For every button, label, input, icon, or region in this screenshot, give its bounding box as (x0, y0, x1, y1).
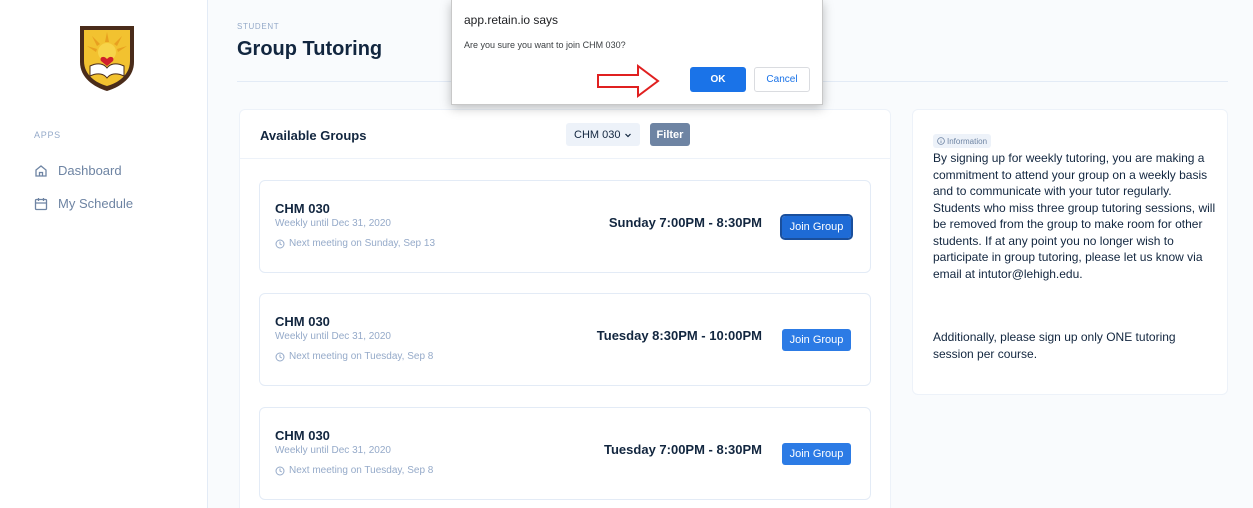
filter-button[interactable]: Filter (650, 123, 690, 146)
group-name: CHM 030 (275, 314, 330, 329)
page-eyebrow: STUDENT (237, 22, 280, 31)
dialog-title: app.retain.io says (464, 13, 559, 27)
group-next-meeting: Next meeting on Tuesday, Sep 8 (275, 465, 433, 476)
chevron-down-icon (625, 133, 632, 137)
sidebar-item-my-schedule[interactable]: My Schedule (34, 196, 133, 211)
list-item: CHM 030 Weekly until Dec 31, 2020 Next m… (259, 407, 871, 500)
information-card: Information By signing up for weekly tut… (912, 109, 1228, 395)
sidebar: APPS Dashboard My Schedule (0, 0, 208, 508)
join-group-button[interactable]: Join Group (782, 329, 851, 351)
list-item: CHM 030 Weekly until Dec 31, 2020 Next m… (259, 293, 871, 386)
available-groups-card: Available Groups CHM 030 Filter CHM 030 … (239, 109, 891, 508)
group-recurrence: Weekly until Dec 31, 2020 (275, 331, 391, 342)
dialog-ok-button[interactable]: OK (690, 67, 746, 92)
group-next-meeting: Next meeting on Tuesday, Sep 8 (275, 351, 433, 362)
calendar-icon (34, 197, 48, 210)
clock-icon (275, 352, 285, 361)
join-group-button[interactable]: Join Group (782, 443, 851, 465)
card-header: Available Groups CHM 030 Filter (240, 110, 890, 159)
clock-icon (275, 466, 285, 475)
course-select[interactable]: CHM 030 (566, 123, 641, 146)
info-icon (937, 137, 945, 145)
university-crest-logo[interactable] (78, 24, 136, 92)
list-item: CHM 030 Weekly until Dec 31, 2020 Next m… (259, 180, 871, 273)
sidebar-item-dashboard[interactable]: Dashboard (34, 163, 122, 178)
annotation-arrow-icon (597, 64, 660, 98)
sidebar-item-label: My Schedule (58, 196, 134, 211)
apps-section-label: APPS (34, 130, 61, 140)
information-note: Additionally, please sign up only ONE tu… (933, 330, 1176, 361)
dialog-cancel-button[interactable]: Cancel (754, 67, 810, 92)
group-recurrence: Weekly until Dec 31, 2020 (275, 218, 391, 229)
group-name: CHM 030 (275, 428, 330, 443)
information-text: By signing up for weekly tutoring, you a… (933, 151, 1216, 281)
sidebar-item-label: Dashboard (58, 163, 122, 178)
group-time: Tuesday 7:00PM - 8:30PM (604, 442, 762, 457)
card-title: Available Groups (260, 128, 367, 143)
group-recurrence: Weekly until Dec 31, 2020 (275, 445, 391, 456)
group-next-meeting: Next meeting on Sunday, Sep 13 (275, 238, 435, 249)
information-badge: Information (933, 134, 992, 148)
dialog-message: Are you sure you want to join CHM 030? (464, 40, 626, 50)
page-title: Group Tutoring (237, 38, 383, 60)
join-group-button[interactable]: Join Group (780, 214, 853, 240)
home-icon (35, 164, 47, 177)
group-time: Tuesday 8:30PM - 10:00PM (596, 328, 762, 343)
group-time: Sunday 7:00PM - 8:30PM (608, 215, 762, 230)
group-name: CHM 030 (275, 201, 330, 216)
course-select-value: CHM 030 (574, 128, 621, 141)
clock-icon (275, 239, 285, 248)
